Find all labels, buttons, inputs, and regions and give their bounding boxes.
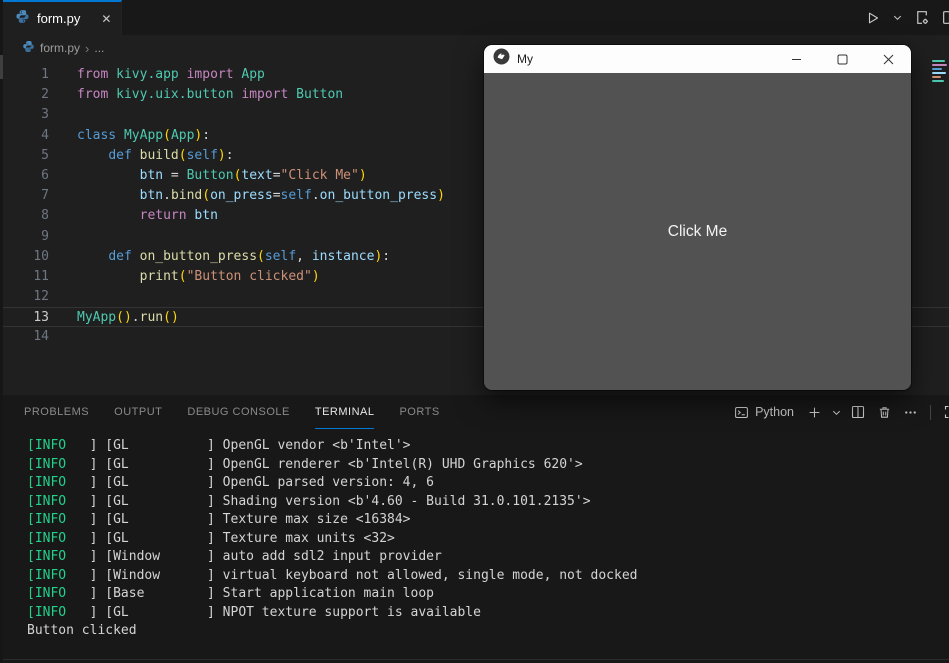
terminal-line: [INFO ] [Window ] virtual keyboard not a… (27, 567, 949, 586)
terminal-dropdown-chevron-icon[interactable] (828, 400, 844, 424)
panel-header: PROBLEMS OUTPUT DEBUG CONSOLE TERMINAL P… (3, 395, 949, 429)
tab-output[interactable]: OUTPUT (114, 395, 162, 429)
more-actions-icon[interactable] (898, 400, 922, 424)
terminal-line: [INFO ] [GL ] OpenGL renderer <b'Intel(R… (27, 456, 949, 475)
python-file-icon (22, 40, 35, 56)
shell-selector[interactable]: Python (728, 405, 800, 420)
minimap[interactable] (931, 58, 949, 120)
terminal-output[interactable]: [INFO ] [GL ] OpenGL vendor <b'Intel'>[I… (3, 429, 949, 641)
run-python-file-button[interactable] (861, 6, 885, 30)
panel-tabs: PROBLEMS OUTPUT DEBUG CONSOLE TERMINAL P… (3, 395, 440, 429)
sash-handle[interactable] (0, 55, 3, 79)
terminal-line: [INFO ] [GL ] Texture max size <16384> (27, 511, 949, 530)
terminal-line: [INFO ] [GL ] OpenGL vendor <b'Intel'> (27, 437, 949, 456)
panel-bottom-border (3, 659, 949, 660)
maximize-panel-icon[interactable] (939, 400, 949, 424)
shell-label: Python (755, 405, 794, 419)
editor-tab-bar: form.py ✕ (3, 0, 949, 35)
terminal-line: Button clicked (27, 622, 949, 641)
editor-settings-icon[interactable] (909, 6, 933, 30)
run-dropdown-chevron-icon[interactable] (889, 6, 905, 30)
tab-ports[interactable]: PORTS (399, 395, 439, 429)
vscode-window: form.py ✕ (0, 0, 949, 663)
split-editor-icon[interactable] (937, 6, 949, 30)
breadcrumb-separator: › (85, 41, 89, 56)
tab-label: form.py (37, 11, 80, 26)
kivy-window-content: Click Me (484, 73, 911, 390)
kivy-window-controls (773, 45, 911, 73)
breadcrumb-more[interactable]: ... (94, 41, 104, 55)
kivy-logo-icon (493, 48, 510, 70)
click-me-button[interactable]: Click Me (484, 73, 911, 390)
close-icon[interactable] (865, 45, 911, 73)
terminal-line: [INFO ] [GL ] NPOT texture support is av… (27, 604, 949, 623)
terminal-icon (734, 405, 749, 420)
terminal-line: [INFO ] [GL ] Shading version <b'4.60 - … (27, 493, 949, 512)
kivy-window-title: My (517, 52, 533, 66)
toolbar-divider (930, 405, 931, 420)
breadcrumb-file[interactable]: form.py (40, 41, 80, 55)
kivy-titlebar[interactable]: My (484, 45, 911, 73)
tab-terminal[interactable]: TERMINAL (315, 395, 375, 429)
tab-problems[interactable]: PROBLEMS (24, 395, 89, 429)
terminal-line: [INFO ] [Window ] auto add sdl2 input pr… (27, 548, 949, 567)
split-terminal-icon[interactable] (846, 400, 870, 424)
tab-debug-console[interactable]: DEBUG CONSOLE (187, 395, 289, 429)
maximize-icon[interactable] (819, 45, 865, 73)
tab-close-icon[interactable]: ✕ (101, 13, 111, 25)
minimize-icon[interactable] (773, 45, 819, 73)
terminal-toolbar: Python (728, 400, 949, 424)
kivy-app-window: My Click Me (484, 45, 911, 390)
python-file-icon (15, 9, 30, 29)
kill-terminal-icon[interactable] (872, 400, 896, 424)
new-terminal-icon[interactable] (802, 400, 826, 424)
editor-actions (861, 0, 949, 35)
terminal-line: [INFO ] [Base ] Start application main l… (27, 585, 949, 604)
tab-form-py[interactable]: form.py ✕ (3, 0, 122, 35)
terminal-line: [INFO ] [GL ] Texture max units <32> (27, 530, 949, 549)
bottom-panel: PROBLEMS OUTPUT DEBUG CONSOLE TERMINAL P… (3, 395, 949, 663)
terminal-line: [INFO ] [GL ] OpenGL parsed version: 4, … (27, 474, 949, 493)
